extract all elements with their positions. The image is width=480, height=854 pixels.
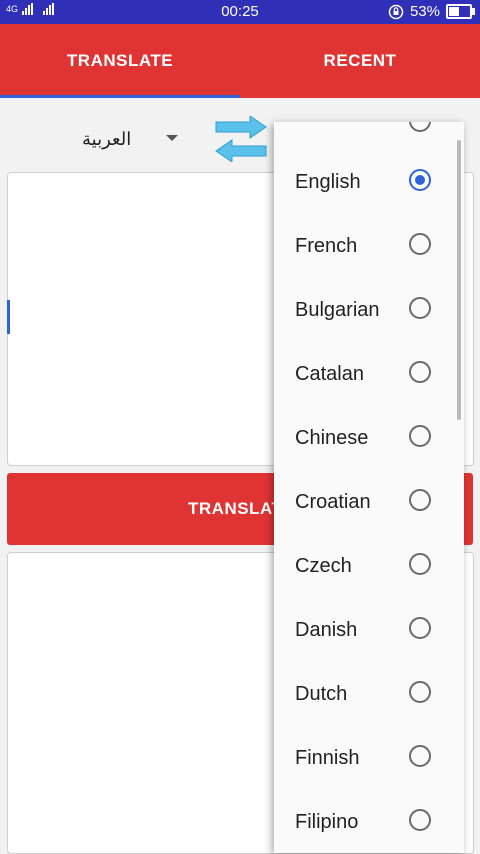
language-option-label: Dutch (295, 683, 348, 705)
tab-bar: TRANSLATE RECENT (0, 24, 480, 98)
language-option-dutch[interactable]: Dutch (274, 662, 464, 726)
language-option-croatian[interactable]: Croatian (274, 470, 464, 534)
language-option-label: Finnish (295, 747, 360, 769)
radio-icon[interactable] (409, 681, 431, 703)
language-option-label: Croatian (295, 491, 371, 513)
language-option-label: Czech (295, 555, 352, 577)
language-option-french[interactable]: French (274, 214, 464, 278)
language-option-danish[interactable]: Danish (274, 598, 464, 662)
radio-icon[interactable] (409, 809, 431, 831)
swap-languages-icon[interactable] (214, 116, 268, 162)
rotation-lock-icon (388, 4, 404, 19)
language-option-label: Danish (295, 619, 358, 641)
radio-icon[interactable] (409, 297, 431, 319)
radio-icon[interactable] (409, 553, 431, 575)
status-bar: 4G 00:25 53% (0, 0, 480, 24)
radio-icon[interactable] (409, 745, 431, 767)
tab-recent[interactable]: RECENT (240, 24, 480, 98)
source-language-label: العربية (82, 128, 132, 149)
status-right: 53% (388, 3, 475, 20)
target-language-dropdown[interactable]: English French Bulgarian Catalan Chinese… (274, 122, 464, 853)
radio-icon[interactable] (409, 233, 431, 255)
text-cursor (7, 300, 10, 334)
radio-icon[interactable] (409, 617, 431, 639)
language-option-label: Filipino (295, 811, 359, 833)
radio-partial[interactable] (409, 122, 431, 132)
language-option-czech[interactable]: Czech (274, 534, 464, 598)
radio-icon[interactable] (409, 489, 431, 511)
tab-translate[interactable]: TRANSLATE (0, 24, 240, 98)
language-option-label: Chinese (295, 427, 369, 449)
language-option-label: French (295, 235, 358, 257)
language-option-filipino[interactable]: Filipino (274, 790, 464, 853)
language-option-label: Bulgarian (295, 299, 380, 321)
battery-fill (449, 7, 459, 16)
chevron-down-icon[interactable] (166, 135, 178, 141)
language-option-finnish[interactable]: Finnish (274, 726, 464, 790)
tab-selected-indicator (0, 95, 240, 98)
radio-selected-icon[interactable] (409, 169, 431, 191)
radio-icon[interactable] (409, 425, 431, 447)
language-option-english[interactable]: English (274, 150, 464, 214)
language-option-bulgarian[interactable]: Bulgarian (274, 278, 464, 342)
language-option-label: English (295, 171, 361, 193)
language-option-label: Catalan (295, 363, 364, 385)
language-option-chinese[interactable]: Chinese (274, 406, 464, 470)
language-option-catalan[interactable]: Catalan (274, 342, 464, 406)
battery-percent: 53% (409, 3, 440, 20)
battery-icon (446, 4, 475, 19)
radio-icon[interactable] (409, 361, 431, 383)
